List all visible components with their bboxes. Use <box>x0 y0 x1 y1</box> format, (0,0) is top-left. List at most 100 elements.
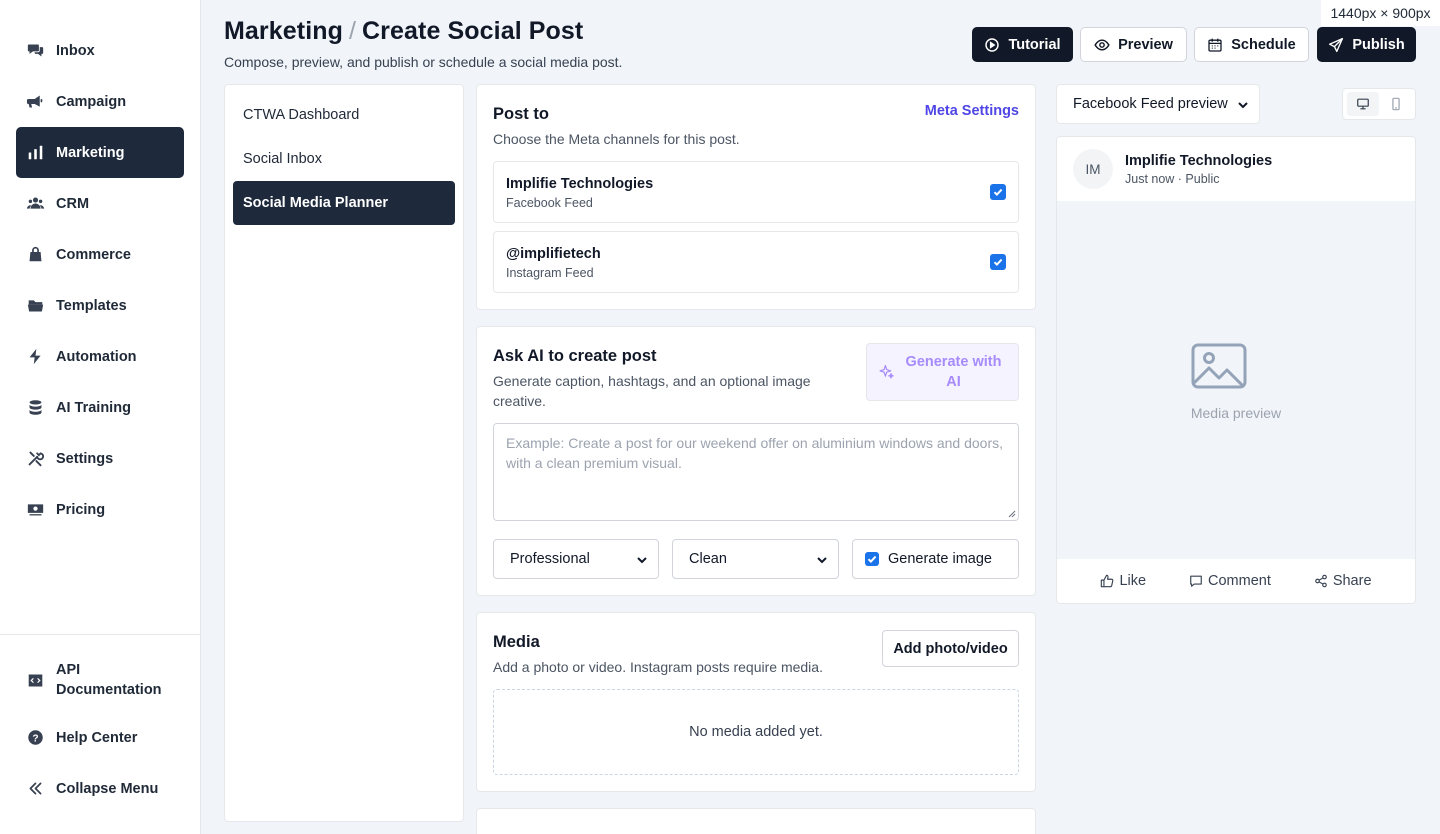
mobile-icon <box>1392 97 1400 111</box>
subnav-panel: CTWA Dashboard Social Inbox Social Media… <box>224 84 464 822</box>
breadcrumb-parent[interactable]: Marketing <box>224 17 343 45</box>
channel-checkbox-facebook[interactable] <box>990 184 1006 200</box>
channel-type: Instagram Feed <box>506 266 594 280</box>
sidebar-item-api-documentation[interactable]: API Documentation <box>16 653 184 707</box>
preview-mode-value: Facebook Feed preview <box>1073 96 1228 112</box>
sidebar-item-ai-training[interactable]: AI Training <box>16 382 184 433</box>
preview-page-name: Implifie Technologies <box>1125 153 1273 169</box>
ai-prompt-textarea[interactable]: Example: Create a post for our weekend o… <box>493 423 1019 521</box>
subnav-item-social-inbox[interactable]: Social Inbox <box>233 137 455 181</box>
media-card: Media Add a photo or video. Instagram po… <box>476 612 1036 792</box>
generate-with-ai-label: Generate with AI <box>905 354 1002 390</box>
sidebar-item-label: AI Training <box>56 399 131 416</box>
media-empty-text: No media added yet. <box>689 724 823 740</box>
sidebar-item-label: Inbox <box>56 42 95 59</box>
sidebar-item-automation[interactable]: Automation <box>16 331 184 382</box>
comment-label: Comment <box>1208 573 1271 589</box>
channel-type: Facebook Feed <box>506 196 593 210</box>
sidebar-item-settings[interactable]: Settings <box>16 433 184 484</box>
share-action[interactable]: Share <box>1314 573 1372 589</box>
question-icon: ? <box>26 729 44 747</box>
mobile-view-button[interactable] <box>1380 92 1412 116</box>
resize-grip-icon[interactable] <box>1008 510 1016 518</box>
publish-label: Publish <box>1352 36 1405 53</box>
sidebar-item-label: API Documentation <box>56 662 162 698</box>
sidebar-item-help-center[interactable]: ? Help Center <box>16 712 184 763</box>
send-icon <box>1329 37 1344 52</box>
sidebar-item-label: Pricing <box>56 501 106 518</box>
channel-option-facebook[interactable]: Implifie Technologies Facebook Feed <box>493 161 1019 223</box>
desktop-icon <box>1357 98 1369 110</box>
add-photo-video-button[interactable]: Add photo/video <box>882 630 1019 667</box>
page-subtitle: Compose, preview, and publish or schedul… <box>224 54 623 70</box>
lightning-icon <box>26 348 44 366</box>
sidebar-item-inbox[interactable]: Inbox <box>16 25 184 76</box>
schedule-button[interactable]: Schedule <box>1194 27 1309 62</box>
preview-actions: Like Comment Share <box>1057 559 1415 603</box>
sidebar-item-label: CRM <box>56 195 90 212</box>
sidebar-divider <box>0 634 200 635</box>
chat-bubbles-icon <box>26 42 44 60</box>
dimension-badge: 1440px × 900px <box>1321 0 1440 26</box>
sidebar-item-label: Templates <box>56 297 127 314</box>
sidebar-item-marketing[interactable]: Marketing <box>16 127 184 178</box>
subnav-item-social-media-planner[interactable]: Social Media Planner <box>233 181 455 225</box>
tutorial-label: Tutorial <box>1008 36 1061 53</box>
image-placeholder-icon <box>1191 343 1247 389</box>
subnav-item-ctwa-dashboard[interactable]: CTWA Dashboard <box>233 93 455 137</box>
style-select[interactable]: Clean <box>672 539 839 579</box>
comment-icon <box>1190 575 1202 587</box>
channel-option-instagram[interactable]: @implifietech Instagram Feed <box>493 231 1019 293</box>
sidebar-item-crm[interactable]: CRM <box>16 178 184 229</box>
sidebar-item-pricing[interactable]: Pricing <box>16 484 184 535</box>
generate-with-ai-button[interactable]: Generate with AI <box>866 343 1019 401</box>
check-icon <box>993 258 1003 267</box>
media-subtitle: Add a photo or video. Instagram posts re… <box>493 659 823 675</box>
sidebar-item-label: Commerce <box>56 246 131 263</box>
share-label: Share <box>1332 573 1372 589</box>
generate-image-checkbox[interactable] <box>865 552 879 566</box>
main-content: Marketing / Create Social Post Compose, pr… <box>201 0 1440 834</box>
comment-action[interactable]: Comment <box>1189 573 1271 589</box>
preview-button[interactable]: Preview <box>1080 27 1187 62</box>
money-icon <box>26 501 44 519</box>
breadcrumb-current: Create Social Post <box>362 17 584 45</box>
tutorial-button[interactable]: Tutorial <box>972 27 1073 62</box>
channel-name: @implifietech <box>506 246 601 262</box>
share-icon <box>1314 574 1327 588</box>
schedule-label: Schedule <box>1231 36 1296 53</box>
sidebar-item-campaign[interactable]: Campaign <box>16 76 184 127</box>
next-section-card <box>476 808 1036 834</box>
sidebar-item-collapse-menu[interactable]: Collapse Menu <box>16 763 184 814</box>
check-icon <box>993 188 1003 197</box>
channel-checkbox-instagram[interactable] <box>990 254 1006 270</box>
like-label: Like <box>1119 573 1147 589</box>
breadcrumb-separator: / <box>348 17 357 45</box>
preview-mode-select[interactable]: Facebook Feed preview <box>1056 84 1260 124</box>
tone-select[interactable]: Professional <box>493 539 659 579</box>
double-chevron-left-icon <box>26 780 44 798</box>
generate-image-toggle[interactable]: Generate image <box>852 539 1019 579</box>
sidebar-item-templates[interactable]: Templates <box>16 280 184 331</box>
meta-settings-link[interactable]: Meta Settings <box>925 103 1019 119</box>
channel-name: Implifie Technologies <box>506 176 654 192</box>
media-dropzone[interactable]: No media added yet. <box>493 689 1019 775</box>
sidebar-item-label: Collapse Menu <box>56 780 159 797</box>
post-preview-card: IM Implifie Technologies Just now · Publ… <box>1056 136 1416 604</box>
ai-subtitle: Generate caption, hashtags, and an optio… <box>493 373 811 409</box>
publish-button[interactable]: Publish <box>1317 27 1416 62</box>
media-preview-label: Media preview <box>1190 405 1282 421</box>
preview-post-meta: Just now · Public <box>1125 172 1220 186</box>
post-to-title: Post to <box>493 105 549 123</box>
chevron-down-icon <box>817 557 827 564</box>
sidebar-item-commerce[interactable]: Commerce <box>16 229 184 280</box>
calendar-icon <box>1208 38 1222 52</box>
chevron-down-icon <box>1238 102 1248 109</box>
style-select-value: Clean <box>689 551 727 567</box>
eye-icon <box>1094 38 1110 51</box>
desktop-view-button[interactable] <box>1347 92 1379 116</box>
shopping-bag-icon <box>26 246 44 264</box>
bar-chart-icon <box>26 144 44 162</box>
like-action[interactable]: Like <box>1100 573 1146 589</box>
preview-label: Preview <box>1118 36 1173 53</box>
